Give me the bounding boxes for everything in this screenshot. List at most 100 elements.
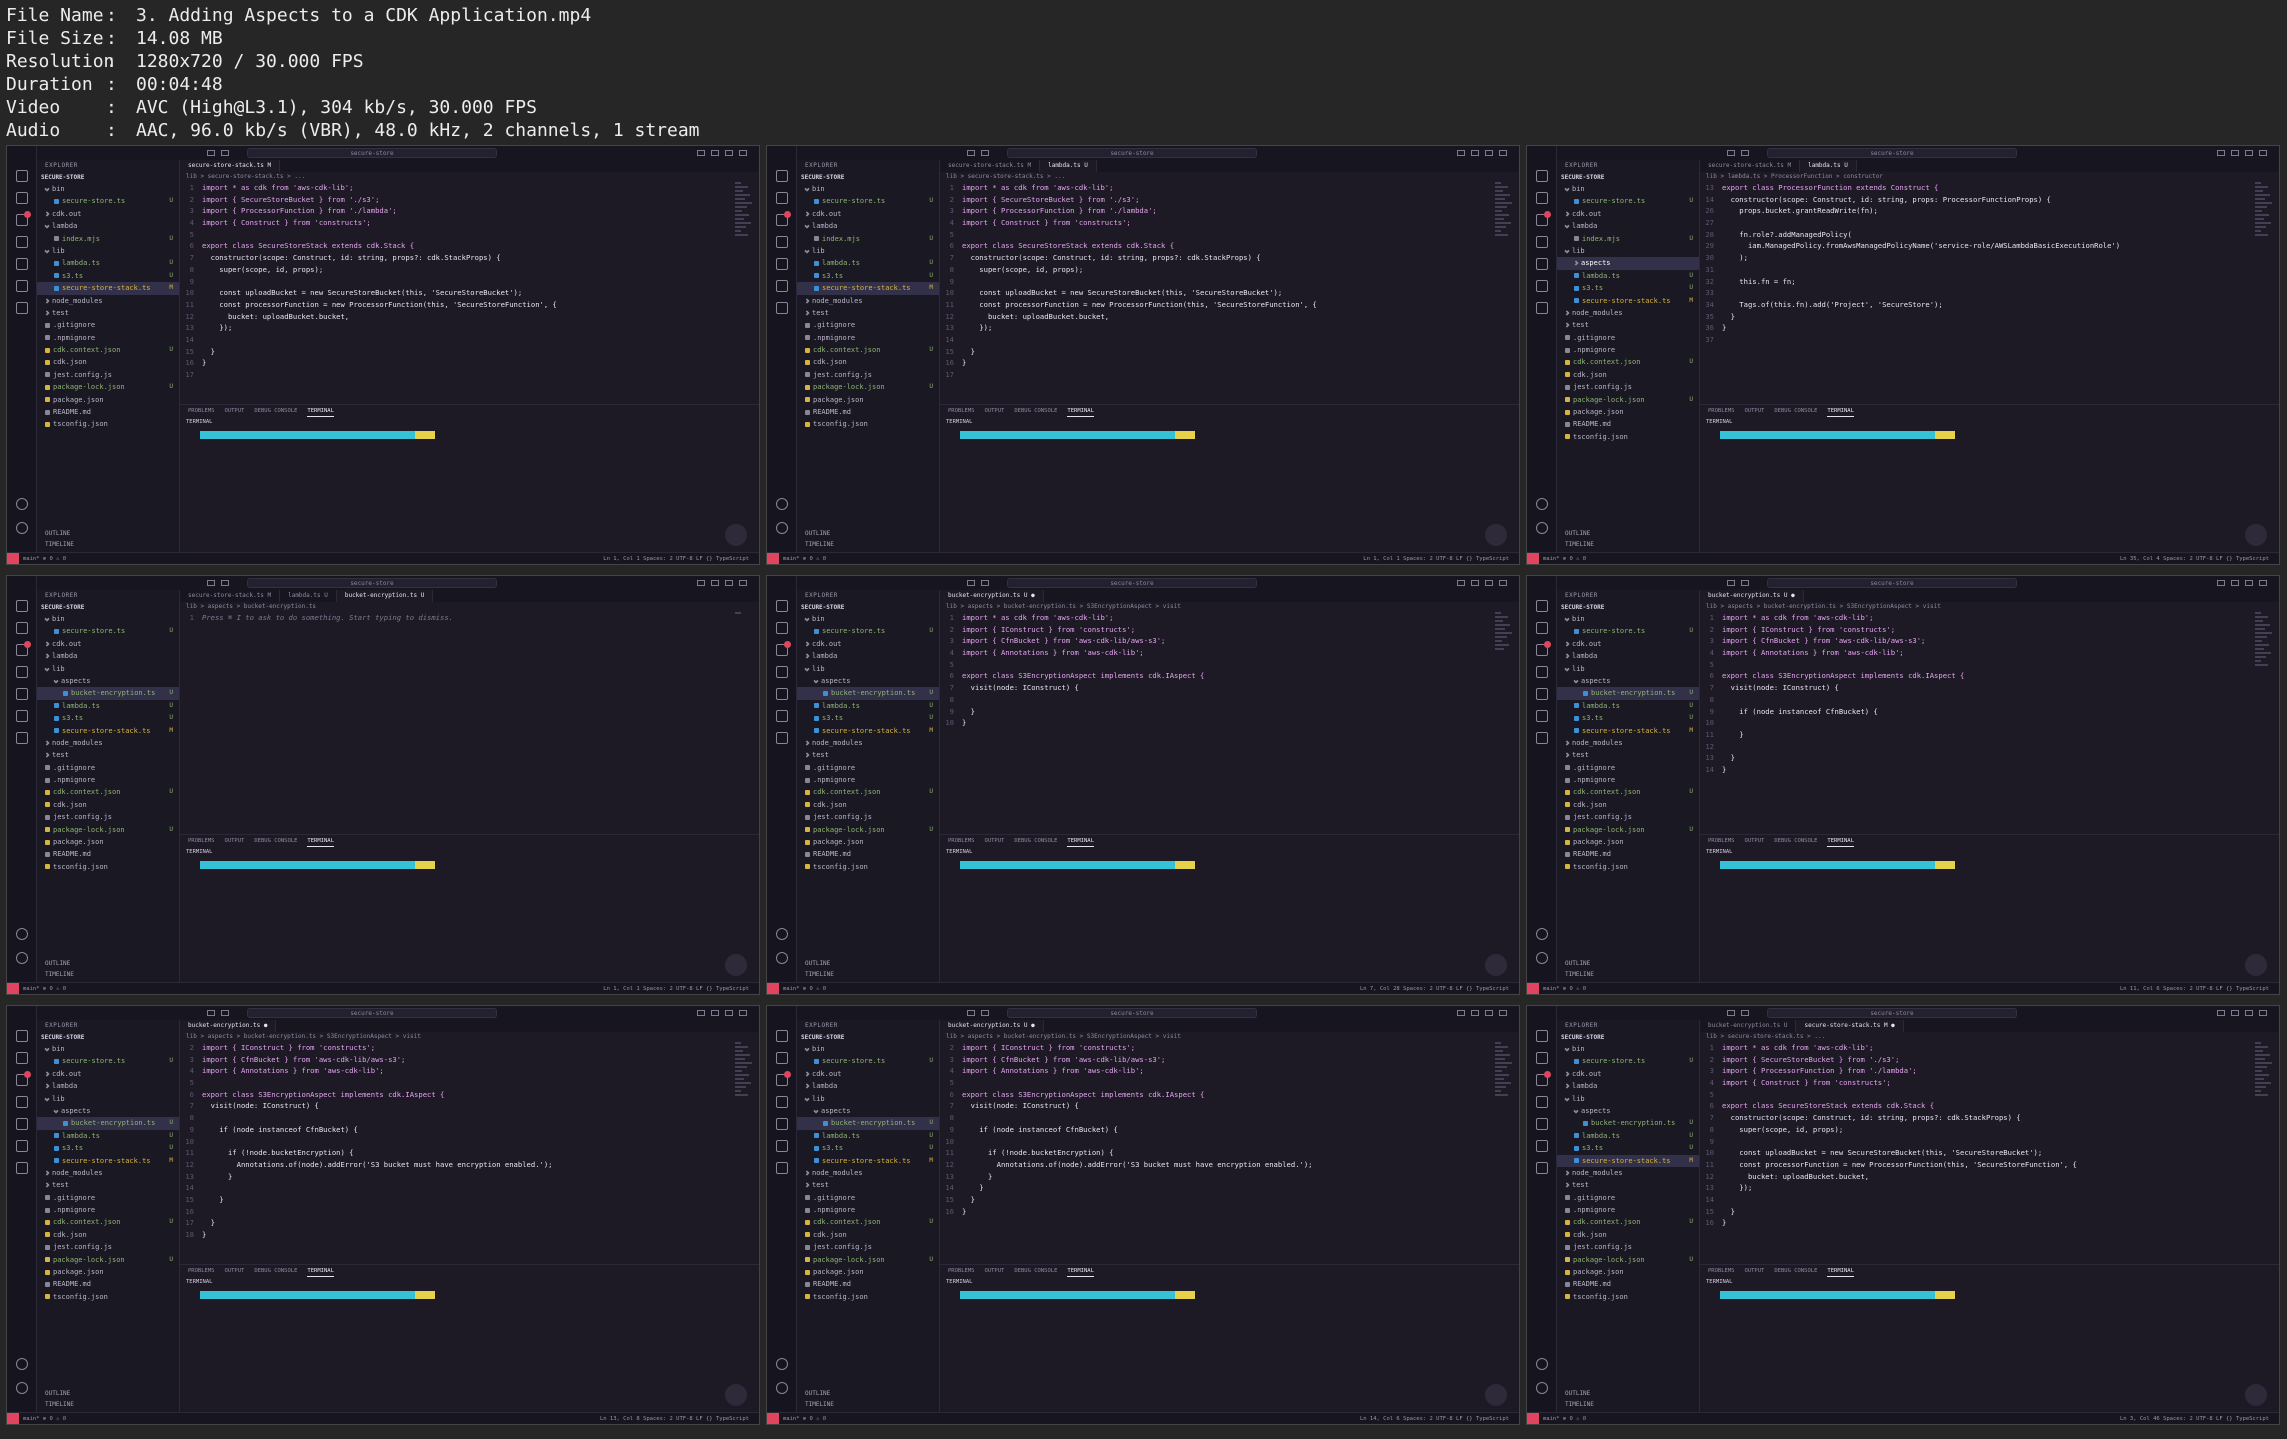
file-item[interactable]: bucket-encryption.ts U bbox=[37, 1117, 179, 1130]
explorer-icon[interactable] bbox=[1536, 170, 1548, 182]
status-left[interactable]: main* ⊗ 0 ⚠ 0 bbox=[1543, 1413, 1586, 1424]
file-item[interactable]: package.json bbox=[1557, 836, 1699, 848]
file-item[interactable]: cdk.context.json U bbox=[797, 786, 939, 798]
docker-icon[interactable] bbox=[776, 732, 788, 744]
panel-toggle-icon[interactable] bbox=[2231, 150, 2239, 156]
account-icon[interactable] bbox=[776, 498, 788, 510]
folder-item[interactable]: lambda bbox=[1557, 1080, 1699, 1092]
file-item[interactable]: README.md bbox=[37, 406, 179, 418]
editor-tab[interactable]: bucket-encryption.ts ● bbox=[180, 1020, 277, 1032]
panel-tab-problems[interactable]: PROBLEMS bbox=[1708, 405, 1735, 417]
extensions-icon[interactable] bbox=[776, 1118, 788, 1130]
panel-tab-terminal[interactable]: TERMINAL bbox=[1827, 1265, 1854, 1277]
outline-section[interactable]: OUTLINE bbox=[797, 1388, 939, 1399]
nav-forward-icon[interactable] bbox=[221, 580, 229, 586]
status-right[interactable]: Ln 7, Col 28 Spaces: 2 UTF-8 LF {} TypeS… bbox=[1360, 983, 1509, 994]
breadcrumb[interactable]: lib > lambda.ts > ProcessorFunction > co… bbox=[1700, 172, 2279, 182]
folder-item[interactable]: lib bbox=[1557, 663, 1699, 675]
folder-item[interactable]: bin bbox=[797, 1043, 939, 1055]
folder-item[interactable]: bin bbox=[797, 613, 939, 625]
file-item[interactable]: secure-store-stack.ts M bbox=[37, 1155, 179, 1167]
folder-item[interactable]: cdk.out bbox=[797, 1068, 939, 1080]
account-icon[interactable] bbox=[1536, 1358, 1548, 1370]
search-icon[interactable] bbox=[776, 1052, 788, 1064]
sidebar-toggle-icon[interactable] bbox=[697, 580, 705, 586]
panel-tab-output[interactable]: OUTPUT bbox=[985, 1265, 1005, 1277]
status-right[interactable]: Ln 3, Col 46 Spaces: 2 UTF-8 LF {} TypeS… bbox=[2120, 1413, 2269, 1424]
file-item[interactable]: .npmignore bbox=[1557, 344, 1699, 356]
file-item[interactable]: package-lock.json U bbox=[37, 1254, 179, 1266]
folder-item[interactable]: test bbox=[37, 1179, 179, 1191]
folder-item[interactable]: node_modules bbox=[37, 1167, 179, 1179]
editor-tab[interactable]: secure-store-stack.ts M bbox=[940, 160, 1041, 172]
command-center-search[interactable]: secure-store bbox=[1007, 578, 1257, 588]
file-item[interactable]: package-lock.json U bbox=[1557, 1254, 1699, 1266]
panel-tab-terminal[interactable]: TERMINAL bbox=[1067, 405, 1094, 417]
panel-tab-terminal[interactable]: TERMINAL bbox=[1827, 835, 1854, 847]
explorer-icon[interactable] bbox=[16, 600, 28, 612]
run-debug-icon[interactable] bbox=[1536, 236, 1548, 248]
panel-tab-output[interactable]: OUTPUT bbox=[985, 835, 1005, 847]
editor-tab[interactable]: bucket-encryption.ts U bbox=[1700, 1020, 1797, 1032]
terminal-prompt[interactable] bbox=[960, 861, 1195, 869]
layout-icon[interactable] bbox=[1485, 580, 1493, 586]
panel-tab-output[interactable]: OUTPUT bbox=[225, 835, 245, 847]
file-item[interactable]: .gitignore bbox=[37, 762, 179, 774]
nav-back-icon[interactable] bbox=[207, 580, 215, 586]
search-icon[interactable] bbox=[16, 622, 28, 634]
code-editor[interactable]: 1 Press ⌘ I to ask to do something. Start… bbox=[180, 612, 729, 817]
outline-section[interactable]: OUTLINE bbox=[37, 528, 179, 539]
file-item[interactable]: cdk.json bbox=[37, 1229, 179, 1241]
file-item[interactable]: secure-store-stack.ts M bbox=[1557, 725, 1699, 737]
outline-section[interactable]: OUTLINE bbox=[1557, 1388, 1699, 1399]
panel-toggle-icon[interactable] bbox=[2231, 1010, 2239, 1016]
file-item[interactable]: cdk.json bbox=[37, 356, 179, 368]
folder-item[interactable]: bin bbox=[37, 613, 179, 625]
folder-item[interactable]: bin bbox=[37, 1043, 179, 1055]
nav-forward-icon[interactable] bbox=[1741, 580, 1749, 586]
status-left[interactable]: main* ⊗ 0 ⚠ 0 bbox=[783, 553, 826, 564]
status-right[interactable]: Ln 14, Col 6 Spaces: 2 UTF-8 LF {} TypeS… bbox=[1360, 1413, 1509, 1424]
manage-gear-icon[interactable] bbox=[16, 522, 28, 534]
sidebar-toggle-icon[interactable] bbox=[697, 150, 705, 156]
run-debug-icon[interactable] bbox=[776, 236, 788, 248]
search-icon[interactable] bbox=[1536, 1052, 1548, 1064]
outline-section[interactable]: OUTLINE bbox=[1557, 528, 1699, 539]
file-item[interactable]: secure-store.ts U bbox=[37, 195, 179, 207]
outline-section[interactable]: OUTLINE bbox=[37, 1388, 179, 1399]
status-left[interactable]: main* ⊗ 0 ⚠ 0 bbox=[1543, 553, 1586, 564]
folder-item[interactable]: node_modules bbox=[1557, 737, 1699, 749]
customize-layout-icon[interactable] bbox=[1499, 580, 1507, 586]
folder-item[interactable]: test bbox=[797, 307, 939, 319]
sidebar-toggle-icon[interactable] bbox=[1457, 150, 1465, 156]
customize-layout-icon[interactable] bbox=[2259, 1010, 2267, 1016]
file-item[interactable]: tsconfig.json bbox=[1557, 1291, 1699, 1303]
remote-indicator-icon[interactable] bbox=[767, 1413, 779, 1424]
file-item[interactable]: .gitignore bbox=[797, 762, 939, 774]
folder-item[interactable]: aspects bbox=[1557, 257, 1699, 270]
timeline-section[interactable]: TIMELINE bbox=[1557, 539, 1699, 550]
remote-indicator-icon[interactable] bbox=[1527, 553, 1539, 564]
panel-tab-problems[interactable]: PROBLEMS bbox=[188, 835, 215, 847]
command-center-search[interactable]: secure-store bbox=[1007, 1008, 1257, 1018]
extensions-icon[interactable] bbox=[16, 1118, 28, 1130]
run-debug-icon[interactable] bbox=[16, 1096, 28, 1108]
editor-tab[interactable]: secure-store-stack.ts M ● bbox=[1796, 1020, 1904, 1032]
account-icon[interactable] bbox=[16, 1358, 28, 1370]
panel-tab-output[interactable]: OUTPUT bbox=[1745, 1265, 1765, 1277]
code-editor[interactable]: 1 import * as cdk from 'aws-cdk-lib'; 2 imp… bbox=[940, 612, 1489, 817]
nav-back-icon[interactable] bbox=[967, 150, 975, 156]
folder-item[interactable]: test bbox=[1557, 1179, 1699, 1191]
folder-item[interactable]: lambda bbox=[1557, 650, 1699, 662]
folder-item[interactable]: bin bbox=[1557, 613, 1699, 625]
panel-toggle-icon[interactable] bbox=[2231, 580, 2239, 586]
run-debug-icon[interactable] bbox=[1536, 1096, 1548, 1108]
folder-item[interactable]: cdk.out bbox=[37, 1068, 179, 1080]
code-editor[interactable]: 2 import { IConstruct } from 'constructs'… bbox=[940, 1042, 1489, 1247]
file-item[interactable]: jest.config.js bbox=[37, 1241, 179, 1253]
folder-item[interactable]: lib bbox=[37, 1093, 179, 1105]
folder-item[interactable]: lambda bbox=[37, 650, 179, 662]
nav-back-icon[interactable] bbox=[1727, 580, 1735, 586]
file-item[interactable]: s3.ts U bbox=[1557, 282, 1699, 294]
manage-gear-icon[interactable] bbox=[776, 522, 788, 534]
